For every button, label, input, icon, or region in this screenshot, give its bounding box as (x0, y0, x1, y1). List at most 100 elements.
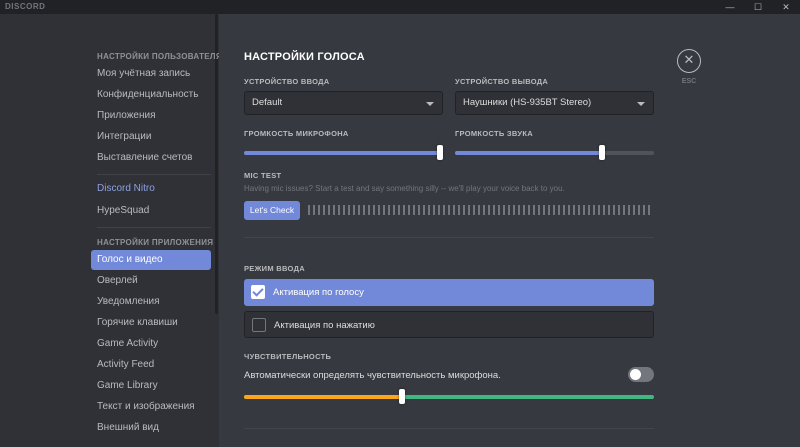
auto-sensitivity-label: Автоматически определять чувствительност… (244, 370, 501, 381)
output-volume-label: ГРОМКОСТЬ ЗВУКА (455, 129, 533, 138)
meter-bar (423, 205, 425, 215)
close-settings-button[interactable]: ✕ (677, 49, 701, 73)
discord-logo: DISCORD (5, 2, 46, 11)
sidebar-item-voice-video[interactable]: Голос и видео (91, 250, 211, 270)
meter-bar (308, 205, 310, 215)
meter-bar (503, 205, 505, 215)
sidebar-item-billing[interactable]: Выставление счетов (91, 148, 211, 168)
sensitivity-slider[interactable] (244, 389, 654, 404)
sidebar-item-my-account[interactable]: Моя учётная запись (91, 64, 211, 84)
meter-bar (443, 205, 445, 215)
sensitivity-label: ЧУВСТВИТЕЛЬНОСТЬ (244, 352, 332, 361)
meter-bar (438, 205, 440, 215)
meter-bar (523, 205, 525, 215)
meter-bar (613, 205, 615, 215)
titlebar: DISCORD — ☐ ✕ (0, 0, 800, 14)
output-device-value: Наушники (HS-935BT Stereo) (463, 97, 592, 108)
meter-bar (588, 205, 590, 215)
output-volume-fill (455, 151, 602, 155)
meter-bar (343, 205, 345, 215)
sidebar-divider (97, 174, 211, 175)
meter-bar (318, 205, 320, 215)
output-device-label: УСТРОЙСТВО ВЫВОДА (455, 77, 549, 86)
lets-check-button[interactable]: Let's Check (244, 201, 300, 220)
user-settings-header: НАСТРОЙКИ ПОЛЬЗОВАТЕЛЯ (97, 52, 222, 61)
meter-bar (473, 205, 475, 215)
mic-volume-fill (244, 151, 443, 155)
meter-bar (598, 205, 600, 215)
sensitivity-handle[interactable] (399, 389, 405, 404)
sidebar-item-hypesquad[interactable]: HypeSquad (91, 201, 211, 221)
meter-bar (638, 205, 640, 215)
sidebar-item-game-activity[interactable]: Game Activity (91, 334, 211, 354)
mic-test-label: MIC TEST (244, 171, 282, 180)
meter-bar (413, 205, 415, 215)
meter-bar (513, 205, 515, 215)
meter-bar (568, 205, 570, 215)
sidebar-item-overlay[interactable]: Оверлей (91, 271, 211, 291)
mic-volume-slider[interactable] (244, 145, 443, 160)
sidebar-item-text-images[interactable]: Текст и изображения (91, 397, 211, 417)
sidebar-item-keybinds[interactable]: Горячие клавиши (91, 313, 211, 333)
meter-bar (333, 205, 335, 215)
meter-bar (533, 205, 535, 215)
meter-bar (633, 205, 635, 215)
toggle-knob (630, 369, 641, 380)
sidebar-item-appearance[interactable]: Внешний вид (91, 418, 211, 438)
mic-level-meter (308, 205, 654, 215)
output-volume-handle[interactable] (599, 145, 605, 160)
meter-bar (573, 205, 575, 215)
minimize-button[interactable]: — (716, 0, 744, 14)
mic-volume-handle[interactable] (437, 145, 443, 160)
meter-bar (358, 205, 360, 215)
sidebar-item-privacy[interactable]: Конфиденциальность (91, 85, 211, 105)
sidebar-item-notifications[interactable]: Уведомления (91, 292, 211, 312)
auto-sensitivity-toggle[interactable] (628, 367, 654, 382)
meter-bar (463, 205, 465, 215)
meter-bar (433, 205, 435, 215)
voice-activity-option[interactable]: Активация по голосу (244, 279, 654, 306)
meter-bar (538, 205, 540, 215)
mic-volume-label: ГРОМКОСТЬ МИКРОФОНА (244, 129, 349, 138)
content-scrollbar[interactable] (786, 14, 800, 447)
sidebar-item-game-library[interactable]: Game Library (91, 376, 211, 396)
meter-bar (508, 205, 510, 215)
meter-bar (373, 205, 375, 215)
input-device-select[interactable]: Default (244, 91, 443, 115)
meter-bar (563, 205, 565, 215)
sidebar-item-integrations[interactable]: Интеграции (91, 127, 211, 147)
checkbox-checked-icon (251, 285, 265, 299)
sidebar-item-nitro[interactable]: Discord Nitro (91, 179, 211, 199)
meter-bar (393, 205, 395, 215)
meter-bar (483, 205, 485, 215)
input-mode-label: РЕЖИМ ВВОДА (244, 264, 305, 273)
sidebar-item-apps[interactable]: Приложения (91, 106, 211, 126)
meter-bar (628, 205, 630, 215)
meter-bar (578, 205, 580, 215)
close-window-button[interactable]: ✕ (772, 0, 800, 14)
meter-bar (453, 205, 455, 215)
meter-bar (458, 205, 460, 215)
sidebar-item-activity-feed[interactable]: Activity Feed (91, 355, 211, 375)
meter-bar (583, 205, 585, 215)
input-device-label: УСТРОЙСТВО ВВОДА (244, 77, 330, 86)
meter-bar (488, 205, 490, 215)
push-to-talk-option[interactable]: Активация по нажатию (244, 311, 654, 338)
output-volume-slider[interactable] (455, 145, 654, 160)
mic-test-hint: Having mic issues? Start a test and say … (244, 184, 565, 193)
meter-bar (383, 205, 385, 215)
meter-bar (528, 205, 530, 215)
sensitivity-low-range (244, 395, 402, 399)
meter-bar (368, 205, 370, 215)
meter-bar (353, 205, 355, 215)
chevron-down-icon (426, 102, 434, 106)
esc-label: ESC (681, 78, 697, 85)
meter-bar (363, 205, 365, 215)
meter-bar (428, 205, 430, 215)
voice-activity-label: Активация по голосу (273, 287, 364, 298)
output-device-select[interactable]: Наушники (HS-935BT Stereo) (455, 91, 654, 115)
maximize-button[interactable]: ☐ (744, 0, 772, 14)
meter-bar (648, 205, 650, 215)
sidebar-divider (97, 227, 211, 228)
meter-bar (518, 205, 520, 215)
